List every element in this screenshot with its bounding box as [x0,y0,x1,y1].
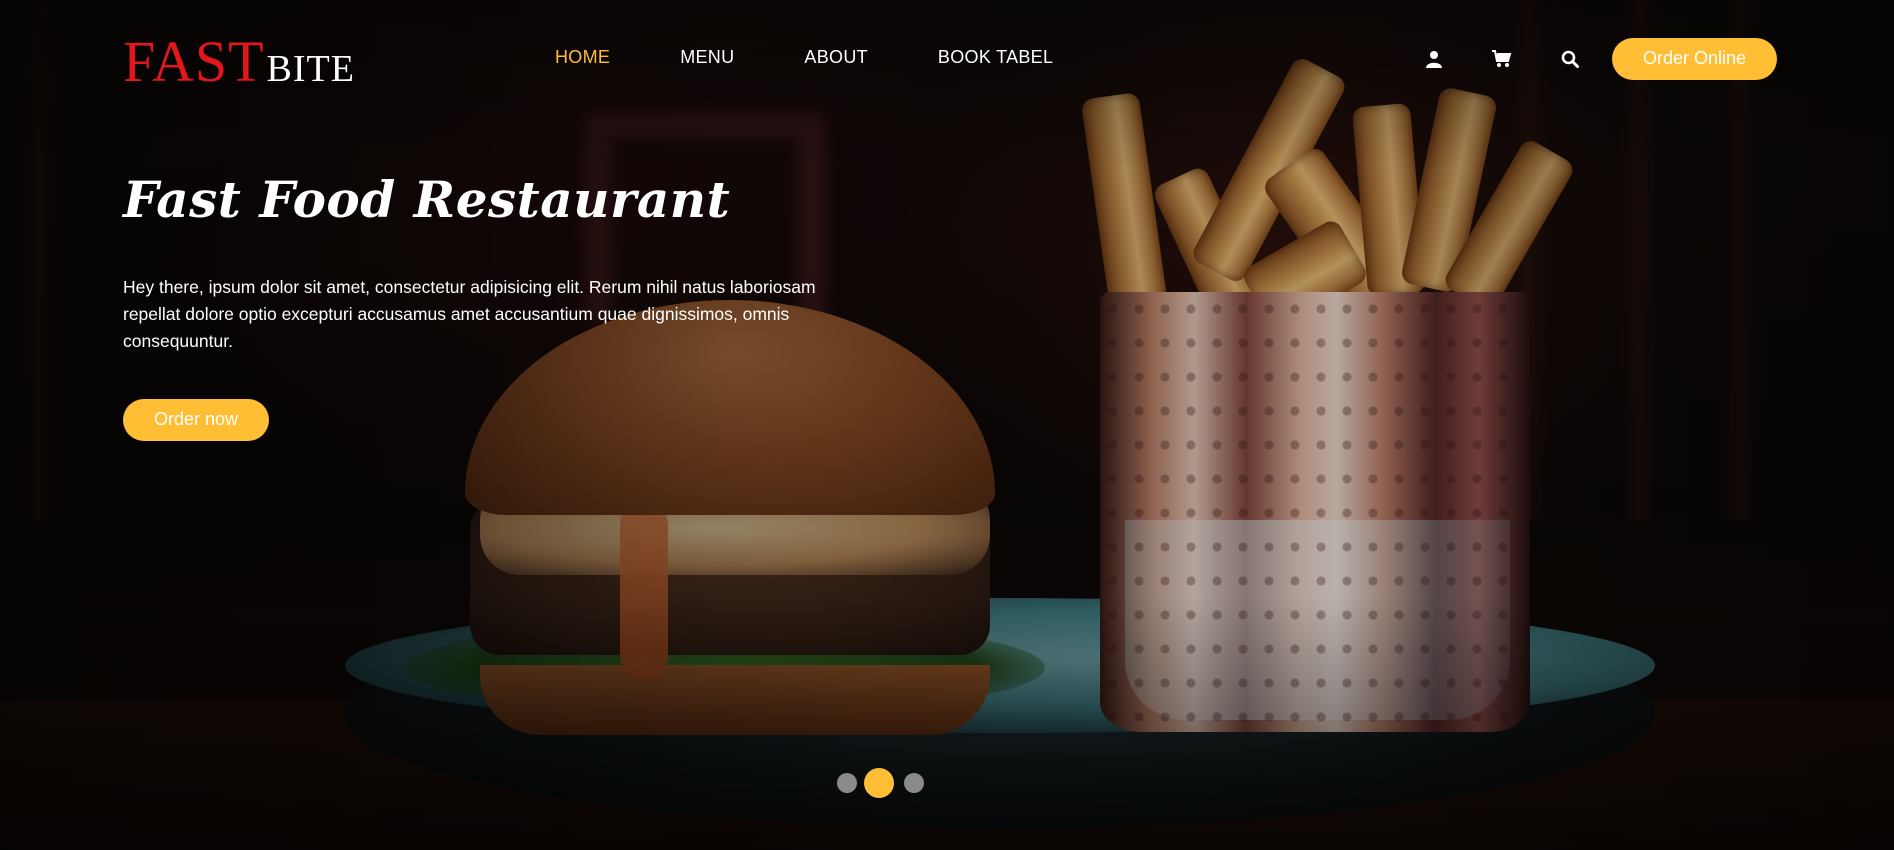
order-now-button[interactable]: Order now [123,399,270,441]
dark-overlay [0,0,1894,850]
brand-name-part2: BITE [266,48,355,90]
user-icon[interactable] [1420,45,1448,73]
site-header: FASTBITE HOME MENU ABOUT BOOK TABEL Orde… [0,0,1894,118]
hero-title: Fast Food Restaurant [123,170,731,229]
carousel-dot-2[interactable] [864,768,894,798]
hero-description: Hey there, ipsum dolor sit amet, consect… [123,277,816,351]
carousel-dot-1[interactable] [837,773,857,793]
nav-about[interactable]: ABOUT [804,47,868,68]
brand-logo[interactable]: FASTBITE [123,28,355,95]
nav-menu[interactable]: MENU [680,47,734,68]
carousel-dot-3[interactable] [904,773,924,793]
hero-background-image [0,0,1894,850]
main-nav: HOME MENU ABOUT BOOK TABEL [555,47,1123,68]
nav-home[interactable]: HOME [555,47,610,68]
search-icon[interactable] [1556,45,1584,73]
carousel-indicators [837,768,931,798]
brand-name-part1: FAST [123,29,265,94]
cart-icon[interactable] [1488,45,1516,73]
header-actions: Order Online [1420,38,1778,80]
nav-book-table[interactable]: BOOK TABEL [938,47,1053,68]
order-online-button[interactable]: Order Online [1612,38,1778,80]
